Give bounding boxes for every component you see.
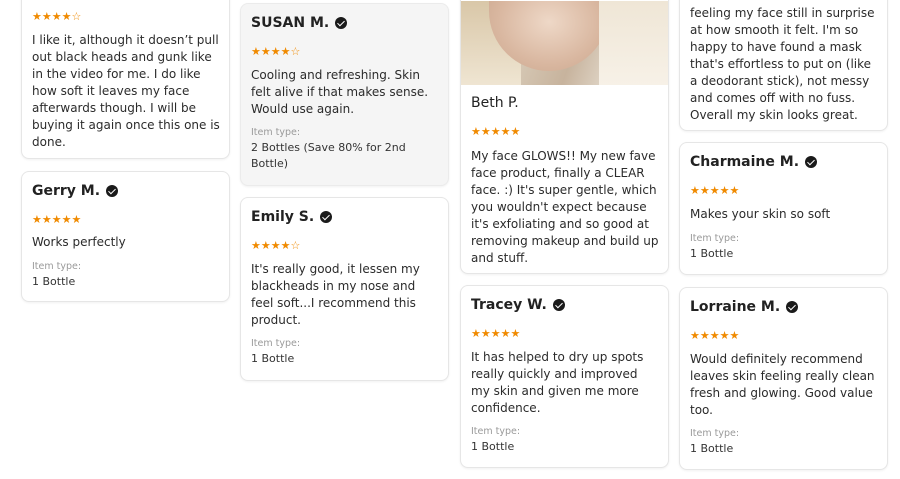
star-full-icon: ★ — [510, 327, 521, 340]
verified-check-icon — [335, 17, 348, 29]
star-full-icon: ★ — [51, 10, 62, 23]
star-full-icon: ★ — [251, 45, 261, 58]
star-full-icon: ★ — [32, 10, 42, 23]
star-full-icon: ★ — [500, 125, 511, 138]
item-type-value: 1 Bottle — [32, 275, 76, 288]
star-full-icon: ★ — [690, 184, 700, 197]
star-empty-icon: ☆ — [71, 10, 82, 23]
star-empty-icon: ☆ — [290, 45, 301, 58]
item-type-value: 1 Bottle — [251, 352, 295, 365]
reviewer-name: Gerry M. — [32, 183, 119, 199]
star-full-icon: ★ — [61, 213, 72, 226]
photo-hair-right — [599, 1, 668, 85]
star-full-icon: ★ — [32, 213, 42, 226]
star-full-icon: ★ — [719, 184, 730, 197]
star-rating: ★ ★ ★ ★ ★ — [32, 214, 81, 225]
star-full-icon: ★ — [51, 213, 62, 226]
star-full-icon: ★ — [709, 184, 720, 197]
review-text: feeling my face still in surprise at how… — [690, 6, 875, 122]
star-rating: ★ ★ ★ ★ ★ — [471, 328, 520, 339]
reviewer-name: Lorraine M. — [690, 299, 799, 315]
review-text: Makes your skin so soft — [690, 207, 831, 221]
item-type-label: Item type: — [32, 261, 82, 272]
star-full-icon: ★ — [480, 125, 491, 138]
star-full-icon: ★ — [471, 327, 481, 340]
star-full-icon: ★ — [280, 239, 291, 252]
verified-check-icon — [320, 211, 333, 223]
star-full-icon: ★ — [709, 329, 720, 342]
star-full-icon: ★ — [729, 329, 740, 342]
review-text: It's really good, it lessen my blackhead… — [251, 262, 420, 327]
verified-check-icon — [552, 299, 565, 311]
star-full-icon: ★ — [251, 239, 261, 252]
star-rating: ★ ★ ★ ★ ☆ — [32, 11, 81, 22]
star-full-icon: ★ — [719, 329, 730, 342]
review-card: ★ ★ ★ ★ ☆ I like it, although it doesn’t pul… — [21, 0, 230, 159]
star-full-icon: ★ — [699, 184, 710, 197]
item-type-label: Item type: — [251, 338, 301, 349]
verified-check-icon — [805, 156, 818, 168]
star-full-icon: ★ — [260, 239, 271, 252]
star-full-icon: ★ — [280, 45, 291, 58]
item-type-value: 1 Bottle — [690, 247, 734, 260]
star-full-icon: ★ — [699, 329, 710, 342]
review-text: Would definitely recommend leaves skin f… — [690, 352, 875, 417]
review-card: feeling my face still in surprise at how… — [679, 0, 888, 131]
review-card: Charmaine M. ★ ★ ★ ★ ★ Makes your skin so so… — [679, 142, 888, 275]
star-full-icon: ★ — [41, 213, 52, 226]
review-text: I like it, although it doesn’t pull out … — [32, 33, 220, 149]
item-type-label: Item type: — [690, 428, 740, 439]
review-card: Gerry M. ★ ★ ★ ★ ★ Works perfectly Item type… — [21, 171, 230, 302]
review-card: Tracey W. ★ ★ ★ ★ ★ It has helped to dry up … — [460, 285, 669, 468]
review-text: My face GLOWS!! My new fave face product… — [471, 149, 659, 265]
star-full-icon: ★ — [270, 45, 281, 58]
star-rating: ★ ★ ★ ★ ★ — [690, 330, 739, 341]
review-photo[interactable] — [461, 1, 668, 85]
item-type-label: Item type: — [251, 127, 301, 138]
verified-check-icon — [106, 185, 119, 197]
reviewer-name: Tracey W. — [471, 297, 565, 313]
star-rating: ★ ★ ★ ★ ★ — [471, 126, 520, 137]
star-full-icon: ★ — [480, 327, 491, 340]
review-text: It has helped to dry up spots really qui… — [471, 350, 644, 415]
review-text: Cooling and refreshing. Skin felt alive … — [251, 68, 429, 116]
star-full-icon: ★ — [41, 10, 52, 23]
star-full-icon: ★ — [260, 45, 271, 58]
star-full-icon: ★ — [71, 213, 82, 226]
star-full-icon: ★ — [61, 10, 72, 23]
review-card: SUSAN M. ★ ★ ★ ★ ☆ Cooling and refreshing. S… — [240, 3, 449, 186]
item-type-label: Item type: — [471, 426, 521, 437]
star-rating: ★ ★ ★ ★ ★ — [690, 185, 739, 196]
item-type-label: Item type: — [690, 233, 740, 244]
star-full-icon: ★ — [729, 184, 740, 197]
star-full-icon: ★ — [490, 125, 501, 138]
reviewer-name: SUSAN M. — [251, 15, 348, 31]
star-empty-icon: ☆ — [290, 239, 301, 252]
reviewer-name: Emily S. — [251, 209, 333, 225]
review-card: Lorraine M. ★ ★ ★ ★ ★ Would definitely recom… — [679, 287, 888, 470]
star-full-icon: ★ — [270, 239, 281, 252]
verified-check-icon — [786, 301, 799, 313]
review-card: Emily S. ★ ★ ★ ★ ☆ It's really good, it less… — [240, 197, 449, 381]
reviewer-name: Charmaine M. — [690, 154, 818, 170]
item-type-value: 2 Bottles (Save 80% for 2nd Bottle) — [251, 141, 406, 170]
review-card: Beth P. ★ ★ ★ ★ ★ My face GLOWS!! My new fav… — [460, 0, 669, 274]
star-rating: ★ ★ ★ ★ ☆ — [251, 46, 300, 57]
reviewer-name: Beth P. — [471, 95, 519, 111]
star-full-icon: ★ — [471, 125, 481, 138]
star-full-icon: ★ — [690, 329, 700, 342]
item-type-value: 1 Bottle — [471, 440, 515, 453]
review-text: Works perfectly — [32, 235, 126, 249]
star-rating: ★ ★ ★ ★ ☆ — [251, 240, 300, 251]
star-full-icon: ★ — [490, 327, 501, 340]
star-full-icon: ★ — [500, 327, 511, 340]
item-type-value: 1 Bottle — [690, 442, 734, 455]
star-full-icon: ★ — [510, 125, 521, 138]
